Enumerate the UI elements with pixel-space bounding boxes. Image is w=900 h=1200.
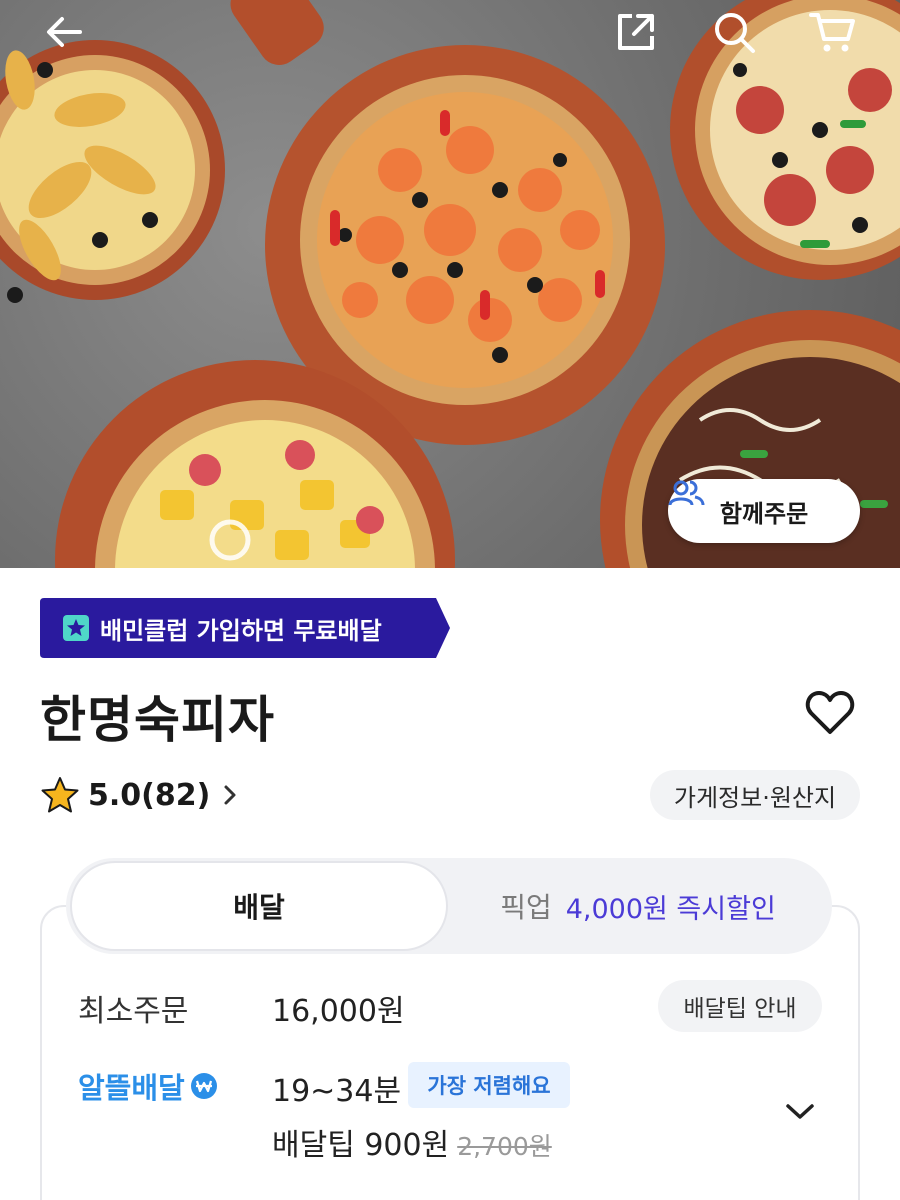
saver-delivery-name: 알뜰배달 [78, 1071, 185, 1105]
store-info-button[interactable]: 가게정보·원산지 [650, 770, 860, 820]
search-icon [715, 13, 755, 53]
club-promo-text: 배민클럽 가입하면 무료배달 [100, 616, 382, 645]
min-order-value: 16,000원 [272, 994, 405, 1029]
tab-pickup[interactable]: 픽업 4,000원 즉시할인 [448, 861, 828, 951]
store-name: 한명숙피자 [40, 691, 275, 749]
pickup-discount-label: 4,000원 즉시할인 [565, 893, 776, 925]
cheapest-badge: 가장 저렴해요 [408, 1062, 570, 1108]
delivery-tip-original: 2,700원 [457, 1132, 552, 1161]
rating-link[interactable]: 5.0(82) [40, 772, 242, 818]
expand-delivery-options-button[interactable] [780, 1092, 820, 1132]
star-icon [41, 777, 79, 813]
group-order-label: 함께주문 [719, 499, 809, 528]
share-icon [618, 14, 654, 50]
delivery-tip-current: 배달팁 900원 [272, 1128, 450, 1163]
group-people-icon [668, 480, 705, 506]
min-order-label: 최소주문 [78, 994, 189, 1029]
club-star-icon [63, 615, 89, 641]
heart-icon [805, 691, 855, 734]
cart-icon [809, 13, 855, 52]
store-hero-image: 함께주문 [0, 0, 900, 568]
delivery-tip-info-button[interactable]: 배달팁 안내 [658, 980, 822, 1032]
delivery-time: 19~34분 [272, 1074, 402, 1109]
saver-delivery-label: 알뜰배달 [78, 1064, 219, 1108]
won-coin-icon [190, 1073, 217, 1099]
club-promo-badge[interactable]: 배민클럽 가입하면 무료배달 [40, 598, 452, 658]
favorite-button[interactable] [803, 686, 857, 740]
search-button[interactable] [710, 8, 758, 56]
tab-delivery[interactable]: 배달 [70, 861, 448, 951]
group-order-button[interactable]: 함께주문 [668, 479, 860, 543]
rating-score: 5.0(82) [88, 777, 211, 813]
chevron-right-icon [224, 785, 236, 805]
back-arrow-icon [47, 17, 82, 47]
cart-button[interactable] [808, 8, 856, 56]
chevron-down-icon [786, 1104, 814, 1119]
share-button[interactable] [612, 8, 660, 56]
tab-pickup-label: 픽업 [500, 891, 552, 924]
delivery-fee-line: 배달팁 900원 2,700원 [272, 1120, 552, 1164]
back-button[interactable] [40, 8, 88, 56]
